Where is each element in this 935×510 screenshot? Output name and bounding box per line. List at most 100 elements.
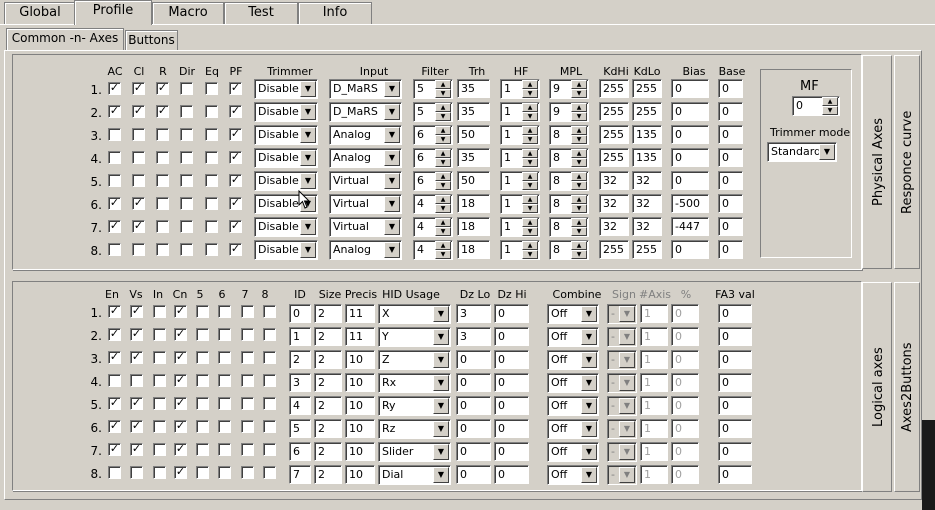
fa3-field[interactable]: 0 [718, 327, 752, 346]
checkbox-pf[interactable]: ✓ [229, 151, 242, 164]
checkbox-r[interactable] [156, 220, 169, 233]
fa3-field[interactable]: 0 [718, 419, 752, 438]
spin-down-icon[interactable]: ▼ [435, 112, 451, 121]
chevron-down-icon[interactable]: ▼ [581, 444, 597, 460]
trimmer-select[interactable]: Disable ▼ [254, 79, 318, 99]
spin-down-icon[interactable]: ▼ [435, 158, 451, 167]
spin-down-icon[interactable]: ▼ [435, 204, 451, 213]
checkbox-en[interactable] [108, 466, 121, 479]
mf-spinner[interactable]: 0 ▲ ▼ [792, 96, 840, 116]
checkbox-vs[interactable]: ✓ [130, 420, 143, 433]
dz-hi-field[interactable]: 0 [494, 442, 529, 461]
hf-spinner[interactable]: 1 ▲ ▼ [500, 102, 540, 122]
spin-up-icon[interactable]: ▲ [571, 241, 587, 250]
spin-down-icon[interactable]: ▼ [822, 106, 838, 115]
kdhi-field[interactable]: 255 [599, 240, 629, 259]
checkbox-8[interactable] [263, 351, 276, 364]
filter-spinner[interactable]: 4 ▲ ▼ [413, 240, 453, 260]
spin-up-icon[interactable]: ▲ [571, 172, 587, 181]
mpl-spinner[interactable]: 8 ▲ ▼ [549, 240, 589, 260]
kdlo-field[interactable]: 32 [632, 171, 662, 190]
chevron-down-icon[interactable]: ▼ [384, 104, 400, 120]
checkbox-eq[interactable] [205, 105, 218, 118]
checkbox-8[interactable] [263, 328, 276, 341]
input-select[interactable]: Virtual ▼ [329, 217, 402, 237]
fa3-field[interactable]: 0 [718, 442, 752, 461]
hid-usage-select[interactable]: Y ▼ [378, 327, 451, 347]
dz-lo-field[interactable]: 0 [456, 465, 491, 484]
spin-down-icon[interactable]: ▼ [435, 250, 451, 259]
spin-up-icon[interactable]: ▲ [435, 149, 451, 158]
hf-spinner[interactable]: 1 ▲ ▼ [500, 171, 540, 191]
checkbox-dir[interactable] [180, 243, 193, 256]
side-tab-axes2buttons[interactable]: Axes2Buttons [894, 282, 920, 492]
checkbox-pf[interactable]: ✓ [229, 197, 242, 210]
sub-tab-common-axes[interactable]: Common -n- Axes [6, 28, 124, 50]
checkbox-5[interactable] [196, 374, 209, 387]
checkbox-7[interactable] [241, 351, 254, 364]
spin-down-icon[interactable]: ▼ [435, 89, 451, 98]
dz-hi-field[interactable]: 0 [494, 304, 529, 323]
chevron-down-icon[interactable]: ▼ [300, 127, 316, 143]
spin-down-icon[interactable]: ▼ [435, 227, 451, 236]
checkbox-ac[interactable] [108, 151, 121, 164]
checkbox-pf[interactable]: ✓ [229, 243, 242, 256]
checkbox-dir[interactable] [180, 174, 193, 187]
checkbox-cn[interactable]: ✓ [174, 328, 187, 341]
checkbox-en[interactable]: ✓ [108, 397, 121, 410]
filter-spinner[interactable]: 6 ▲ ▼ [413, 125, 453, 145]
checkbox-pf[interactable]: ✓ [229, 174, 242, 187]
spin-up-icon[interactable]: ▲ [571, 103, 587, 112]
checkbox-pf[interactable]: ✓ [229, 82, 242, 95]
checkbox-cl[interactable]: ✓ [132, 197, 145, 210]
checkbox-5[interactable] [196, 397, 209, 410]
checkbox-pf[interactable]: ✓ [229, 128, 242, 141]
kdlo-field[interactable]: 32 [632, 194, 662, 213]
size-field[interactable]: 2 [314, 419, 342, 438]
checkbox-in[interactable] [153, 420, 166, 433]
input-select[interactable]: Analog ▼ [329, 125, 402, 145]
kdhi-field[interactable]: 255 [599, 148, 629, 167]
mpl-spinner[interactable]: 9 ▲ ▼ [549, 102, 589, 122]
hf-spinner[interactable]: 1 ▲ ▼ [500, 148, 540, 168]
checkbox-ac[interactable]: ✓ [108, 105, 121, 118]
mpl-spinner[interactable]: 8 ▲ ▼ [549, 148, 589, 168]
checkbox-r[interactable] [156, 174, 169, 187]
kdhi-field[interactable]: 255 [599, 79, 629, 98]
chevron-down-icon[interactable]: ▼ [819, 144, 835, 160]
chevron-down-icon[interactable]: ▼ [433, 352, 449, 368]
chevron-down-icon[interactable]: ▼ [300, 173, 316, 189]
spin-up-icon[interactable]: ▲ [522, 80, 538, 89]
checkbox-cn[interactable]: ✓ [174, 374, 187, 387]
chevron-down-icon[interactable]: ▼ [433, 375, 449, 391]
checkbox-vs[interactable]: ✓ [130, 351, 143, 364]
sub-tab-buttons[interactable]: Buttons [125, 30, 178, 50]
checkbox-in[interactable] [153, 351, 166, 364]
checkbox-6[interactable] [218, 397, 231, 410]
checkbox-en[interactable]: ✓ [108, 351, 121, 364]
checkbox-cn[interactable]: ✓ [174, 443, 187, 456]
checkbox-6[interactable] [218, 305, 231, 318]
input-select[interactable]: D_MaRS ▼ [329, 79, 402, 99]
checkbox-cl[interactable] [132, 128, 145, 141]
spin-up-icon[interactable]: ▲ [571, 195, 587, 204]
spin-up-icon[interactable]: ▲ [435, 172, 451, 181]
dz-hi-field[interactable]: 0 [494, 373, 529, 392]
filter-spinner[interactable]: 4 ▲ ▼ [413, 194, 453, 214]
checkbox-8[interactable] [263, 374, 276, 387]
trh-field[interactable]: 18 [457, 217, 490, 236]
checkbox-cn[interactable]: ✓ [174, 305, 187, 318]
spin-down-icon[interactable]: ▼ [571, 135, 587, 144]
side-tab-response-curve[interactable]: Responce curve [894, 55, 920, 269]
base-field[interactable]: 0 [718, 171, 743, 190]
input-select[interactable]: Analog ▼ [329, 240, 402, 260]
filter-spinner[interactable]: 5 ▲ ▼ [413, 102, 453, 122]
chevron-down-icon[interactable]: ▼ [300, 242, 316, 258]
trimmer-select[interactable]: Disable ▼ [254, 217, 318, 237]
spin-up-icon[interactable]: ▲ [435, 80, 451, 89]
filter-spinner[interactable]: 6 ▲ ▼ [413, 171, 453, 191]
combine-select[interactable]: Off ▼ [547, 304, 599, 324]
spin-up-icon[interactable]: ▲ [522, 172, 538, 181]
main-tab-macro[interactable]: Macro [152, 2, 224, 24]
trimmer-select[interactable]: Disable ▼ [254, 102, 318, 122]
